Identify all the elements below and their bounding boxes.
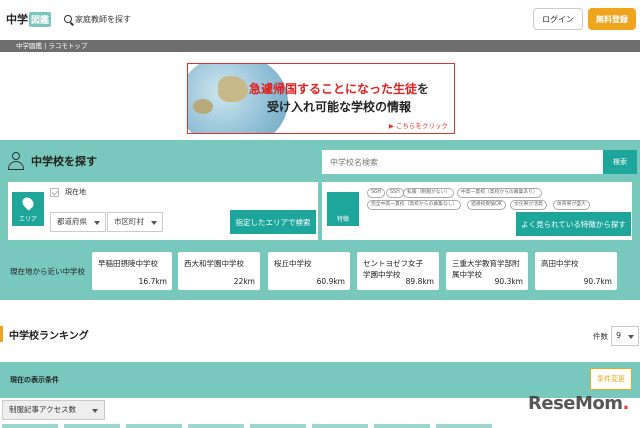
logo-box: 図鑑 bbox=[29, 11, 52, 27]
school-distance: 90.7km bbox=[583, 277, 612, 286]
school-name: 西大和学園中学校 bbox=[184, 259, 244, 268]
chevron-down-icon bbox=[151, 221, 157, 225]
area-search-button[interactable]: 指定したエリアで検索 bbox=[230, 210, 316, 234]
banner-headline: 急遽帰国することになった生徒を bbox=[224, 80, 454, 97]
feature-tag[interactable]: 体育祭が盛大 bbox=[553, 200, 590, 210]
feature-tag[interactable]: 中高一貫校（高校からの募集あり） bbox=[457, 188, 542, 198]
breadcrumb: 中学図鑑 | ラコモトップ bbox=[0, 40, 640, 52]
current-location-checkbox[interactable] bbox=[50, 187, 59, 197]
ranking-card-strip bbox=[312, 424, 368, 428]
ranking-card-strip bbox=[64, 424, 120, 428]
location-pin-icon bbox=[20, 195, 36, 211]
ranking-title: 中学校ランキング bbox=[0, 326, 89, 342]
watermark-text: ReseMom bbox=[528, 393, 623, 414]
area-badge-label: エリア bbox=[18, 216, 37, 223]
banner-ad[interactable]: 急遽帰国することになった生徒を 受け入れ可能な学校の情報 ▶ こちらをクリック bbox=[187, 63, 455, 134]
nearby-schools-label: 現在地から近い中学校 bbox=[10, 267, 85, 276]
ranking-card-strip bbox=[188, 424, 244, 428]
school-name: 高田中学校 bbox=[541, 259, 579, 268]
ranking-card-strip bbox=[436, 424, 492, 428]
feature-tag[interactable]: 完全中高一貫校（高校からの募集なし） bbox=[367, 200, 462, 210]
nearby-school-card[interactable]: 西大和学園中学校 22km bbox=[178, 252, 260, 290]
feature-tag[interactable]: 文化祭が活発 bbox=[510, 200, 547, 210]
school-name: 桜丘中学校 bbox=[274, 259, 312, 268]
ranking-card-strip bbox=[126, 424, 182, 428]
count-select-value: 9 bbox=[616, 331, 622, 340]
count-select[interactable]: 9 bbox=[611, 326, 639, 346]
person-search-icon bbox=[7, 152, 25, 170]
title-accent-bar bbox=[0, 326, 3, 342]
nearby-school-card[interactable]: 桜丘中学校 60.9km bbox=[268, 252, 350, 290]
city-select[interactable]: 市区町村 bbox=[107, 212, 163, 232]
nearby-school-card[interactable]: セントヨゼフ女子学園中学校 89.8km bbox=[357, 252, 439, 290]
site-logo[interactable]: 中学 図鑑 bbox=[6, 11, 52, 27]
banner-link[interactable]: ▶ こちらをクリック bbox=[389, 120, 448, 130]
banner-headline-tail: を bbox=[417, 82, 430, 96]
sort-select[interactable]: 制服記事アクセス数 bbox=[2, 400, 105, 420]
school-distance: 89.8km bbox=[405, 277, 434, 286]
nearby-school-card[interactable]: 三重大学教育学部附属中学校 90.3km bbox=[446, 252, 528, 290]
logo-text: 中学 bbox=[6, 13, 28, 26]
search-title: 中学校を探す bbox=[7, 152, 97, 170]
ranking-title-text: 中学校ランキング bbox=[9, 330, 89, 342]
count-label: 件数 bbox=[593, 332, 608, 341]
school-name-input[interactable] bbox=[322, 150, 603, 174]
school-name: 早稲田摂陵中学校 bbox=[98, 259, 158, 268]
nearby-school-card[interactable]: 早稲田摂陵中学校 16.7km bbox=[92, 252, 172, 290]
feature-tag[interactable]: SSH bbox=[386, 188, 404, 198]
ranking-card-strip bbox=[2, 424, 58, 428]
tutor-search-label: 家庭教師を探す bbox=[75, 14, 132, 24]
area-badge: エリア bbox=[12, 192, 44, 226]
ranking-card-strip bbox=[250, 424, 306, 428]
login-button[interactable]: ログイン bbox=[533, 8, 583, 30]
condition-label: 現在の表示条件 bbox=[10, 376, 59, 384]
search-icon bbox=[64, 15, 73, 23]
school-distance: 16.7km bbox=[138, 277, 167, 286]
banner-headline-red: 急遽帰国することになった生徒 bbox=[248, 82, 417, 96]
feature-search-button[interactable]: よく見られている特徴から探す bbox=[516, 212, 631, 236]
feature-badge-label: 特徴 bbox=[336, 216, 349, 223]
prefecture-select-value: 都道府県 bbox=[57, 217, 87, 226]
chevron-down-icon bbox=[628, 335, 634, 339]
feature-badge: 特徴 bbox=[327, 192, 359, 226]
watermark-dot: . bbox=[622, 393, 630, 414]
school-distance: 90.3km bbox=[494, 277, 523, 286]
change-condition-button[interactable]: 条件変更 bbox=[590, 368, 632, 390]
school-distance: 22km bbox=[233, 277, 255, 286]
chevron-down-icon bbox=[94, 221, 100, 225]
sort-select-value: 制服記事アクセス数 bbox=[9, 405, 77, 414]
search-title-text: 中学校を探す bbox=[31, 155, 97, 168]
school-distance: 60.9km bbox=[316, 277, 345, 286]
current-location-label: 現在地 bbox=[65, 188, 86, 196]
banner-subline: 受け入れ可能な学校の情報 bbox=[266, 100, 411, 114]
chevron-down-icon bbox=[92, 409, 98, 413]
name-search-button[interactable]: 検索 bbox=[603, 150, 637, 174]
signup-button[interactable]: 無料登録 bbox=[588, 8, 636, 30]
city-select-value: 市区町村 bbox=[114, 217, 144, 226]
nearby-school-card[interactable]: 高田中学校 90.7km bbox=[535, 252, 617, 290]
globe-land bbox=[193, 99, 213, 114]
resemom-watermark: ReseMom. bbox=[528, 393, 629, 414]
ranking-card-strip bbox=[374, 424, 430, 428]
feature-tag[interactable]: 私服（制服がない） bbox=[403, 188, 455, 198]
feature-tag[interactable]: 過帰校受験OK bbox=[467, 200, 506, 210]
feature-tag[interactable]: SGH bbox=[367, 188, 386, 198]
tutor-search-link[interactable]: 家庭教師を探す bbox=[64, 14, 131, 25]
current-location-option[interactable]: 現在地 bbox=[50, 187, 86, 197]
prefecture-select[interactable]: 都道府県 bbox=[50, 212, 106, 232]
